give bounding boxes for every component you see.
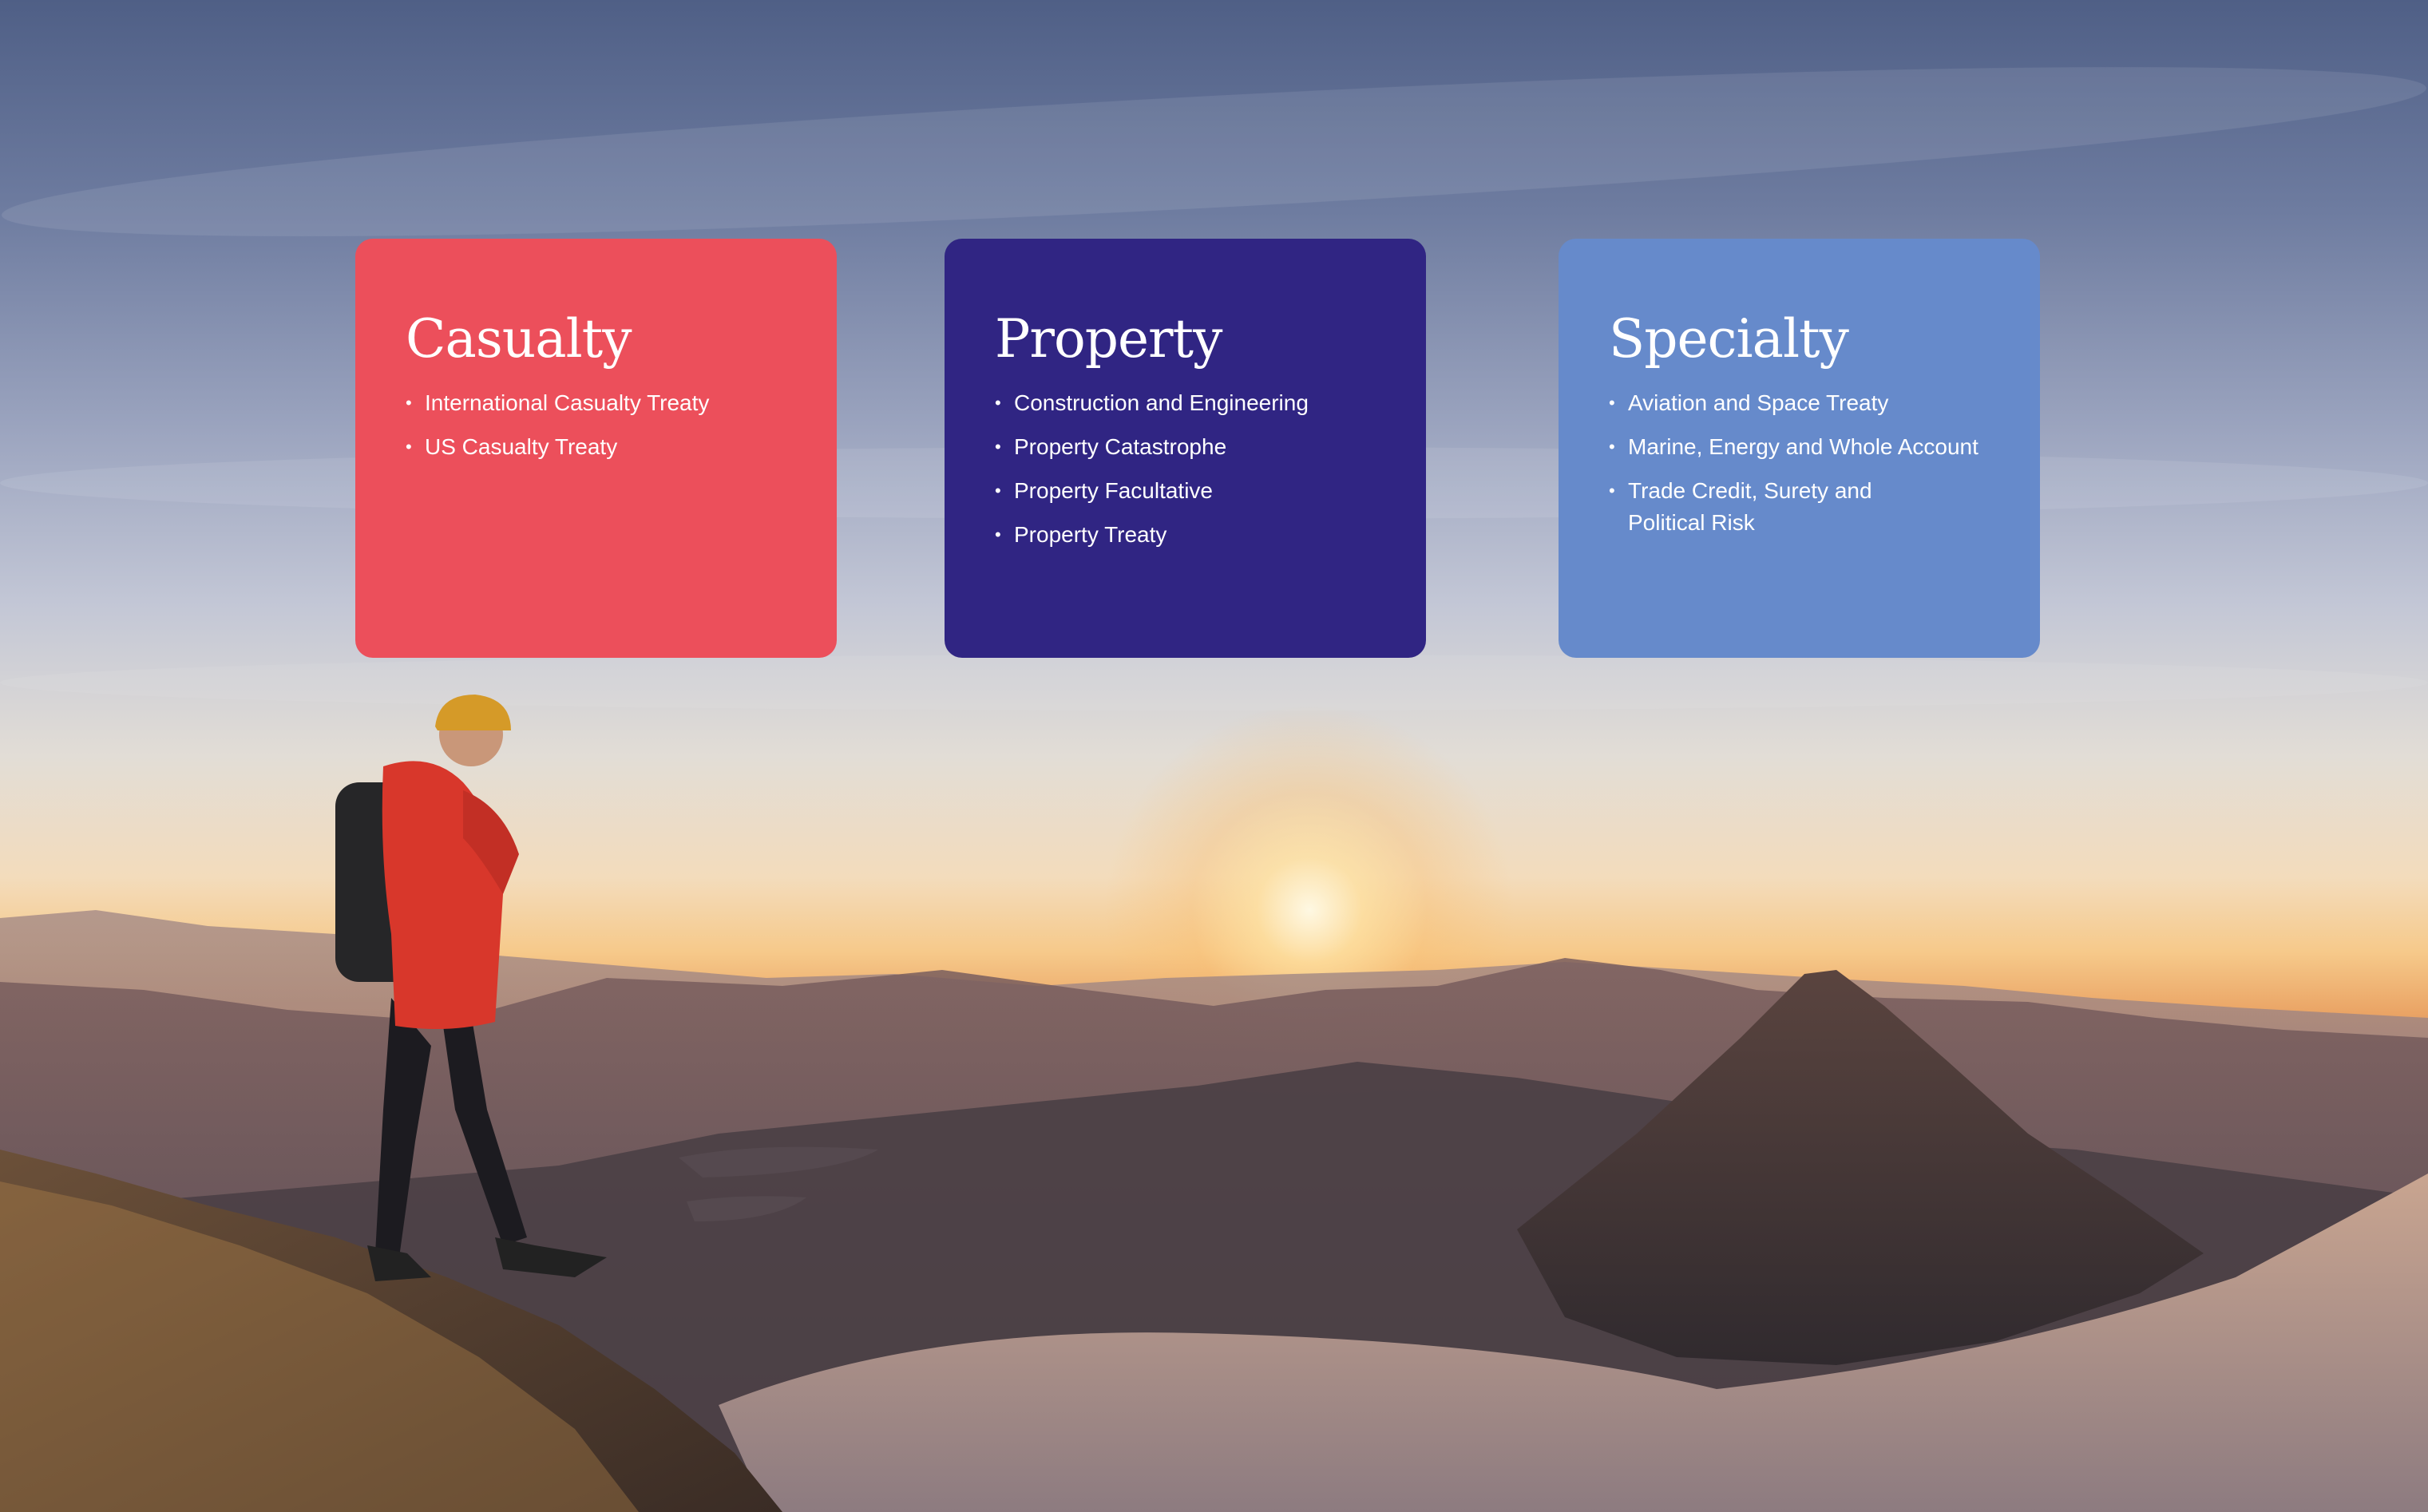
list-item-label: US Casualty Treaty	[425, 434, 618, 459]
bullet-icon: •	[995, 393, 1001, 413]
bullet-icon: •	[406, 393, 412, 413]
bullet-icon: •	[995, 481, 1001, 501]
bullet-icon: •	[1609, 393, 1615, 413]
specialty-card[interactable]: Specialty • Aviation and Space Treaty • …	[1559, 239, 2040, 658]
list-item-label: International Casualty Treaty	[425, 390, 710, 415]
list-item[interactable]: • Construction and Engineering	[995, 387, 1365, 419]
bullet-icon: •	[1609, 437, 1615, 457]
list-item[interactable]: • Marine, Energy and Whole Account	[1609, 431, 1979, 463]
list-item-label: Trade Credit, Surety and Political Risk	[1628, 478, 1872, 535]
card-list: • International Casualty Treaty • US Cas…	[406, 387, 805, 463]
list-item[interactable]: • International Casualty Treaty	[406, 387, 776, 419]
list-item-label: Property Treaty	[1014, 522, 1167, 547]
card-title: Property	[995, 308, 1222, 370]
list-item[interactable]: • Trade Credit, Surety and Political Ris…	[1609, 475, 1931, 539]
list-item-label: Marine, Energy and Whole Account	[1628, 434, 1978, 459]
list-item[interactable]: • Property Catastrophe	[995, 431, 1365, 463]
list-item[interactable]: • Property Treaty	[995, 519, 1365, 551]
hiker-figure	[335, 695, 607, 1281]
list-item[interactable]: • Aviation and Space Treaty	[1609, 387, 1979, 419]
bullet-icon: •	[406, 437, 412, 457]
bullet-icon: •	[995, 524, 1001, 544]
card-title: Casualty	[406, 308, 632, 370]
card-list: • Aviation and Space Treaty • Marine, En…	[1609, 387, 2008, 539]
bullet-icon: •	[1609, 481, 1615, 501]
list-item-label: Construction and Engineering	[1014, 390, 1309, 415]
casualty-card[interactable]: Casualty • International Casualty Treaty…	[355, 239, 837, 658]
list-item-label: Property Facultative	[1014, 478, 1213, 503]
list-item[interactable]: • Property Facultative	[995, 475, 1365, 507]
property-card[interactable]: Property • Construction and Engineering …	[945, 239, 1426, 658]
list-item[interactable]: • US Casualty Treaty	[406, 431, 776, 463]
hero-background: Casualty • International Casualty Treaty…	[0, 0, 2428, 1512]
card-list: • Construction and Engineering • Propert…	[995, 387, 1394, 551]
card-title: Specialty	[1609, 308, 1849, 370]
bullet-icon: •	[995, 437, 1001, 457]
list-item-label: Aviation and Space Treaty	[1628, 390, 1889, 415]
list-item-label: Property Catastrophe	[1014, 434, 1227, 459]
